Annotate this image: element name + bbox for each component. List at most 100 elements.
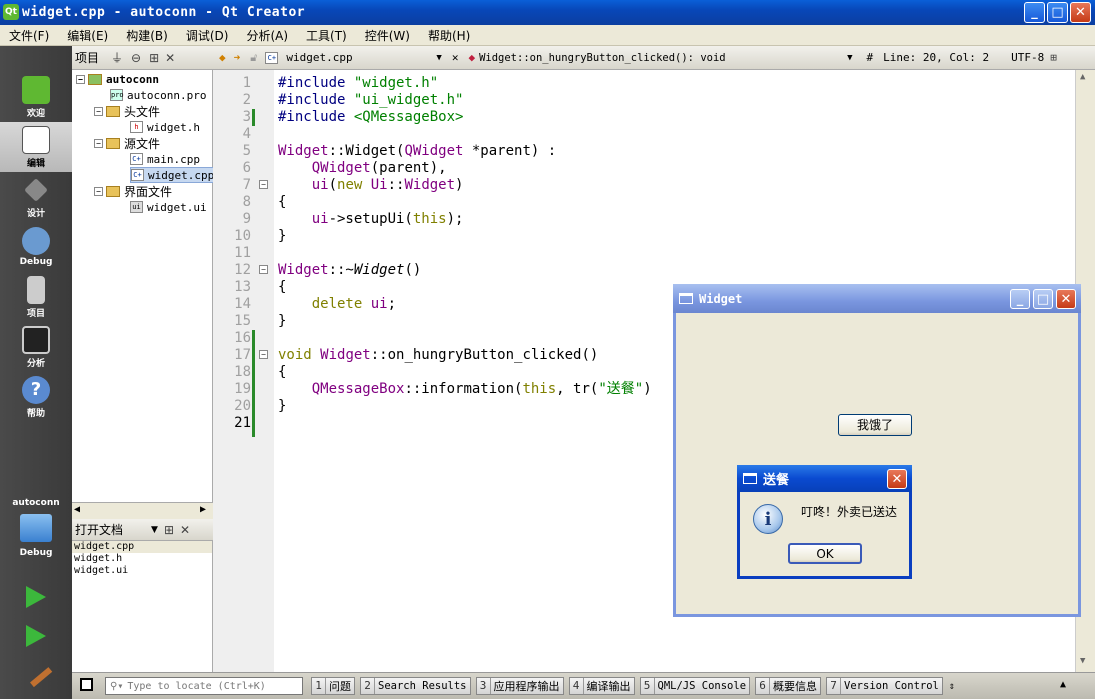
fold-marker-icon[interactable]: − <box>259 265 268 274</box>
tree-item-selected[interactable]: C+ widget.cpp <box>130 167 218 183</box>
run-icon[interactable] <box>26 586 46 608</box>
target-project[interactable]: autoconn <box>0 498 72 508</box>
menu-tools[interactable]: 工具(T) <box>297 27 356 44</box>
collapse-icon[interactable]: − <box>76 74 85 84</box>
line-number: 3 <box>242 109 251 125</box>
line-number: 14 <box>234 296 251 312</box>
encoding-label[interactable]: UTF-8 <box>1011 51 1044 64</box>
dropdown-icon[interactable]: ▼ <box>436 53 441 63</box>
minimize-button[interactable]: _ <box>1024 2 1045 23</box>
message-box-titlebar: 送餐 <box>737 465 912 492</box>
link-icon[interactable]: ⊖ <box>131 51 141 65</box>
widget-maximize-button[interactable]: □ <box>1033 289 1053 309</box>
fold-marker-icon[interactable]: − <box>259 180 268 189</box>
split-icon[interactable]: ⊞ <box>1050 51 1057 64</box>
pane-issues[interactable]: 1 问题 <box>311 677 355 695</box>
mode-debug[interactable]: Debug <box>0 222 72 272</box>
close-button[interactable]: ✕ <box>1070 2 1091 23</box>
build-hammer-icon[interactable] <box>19 654 53 688</box>
more-panes-icon[interactable]: ⇕ <box>949 681 955 692</box>
menu-debug[interactable]: 调试(D) <box>177 27 238 44</box>
menu-widgets[interactable]: 控件(W) <box>356 27 419 44</box>
list-item[interactable]: widget.cpp <box>72 541 212 553</box>
pane-search-results[interactable]: 2 Search Results <box>360 677 471 695</box>
line-number: 18 <box>234 364 251 380</box>
list-item[interactable]: widget.h <box>72 553 212 565</box>
dropdown-icon[interactable]: ▼ <box>847 53 852 63</box>
scroll-left-icon[interactable]: ◀ <box>74 504 80 515</box>
line-number: 8 <box>242 194 251 210</box>
mode-analyze[interactable]: 分析 <box>0 322 72 372</box>
hungry-button[interactable]: 我饿了 <box>838 414 912 436</box>
navigator-title[interactable]: 项目 <box>75 49 99 66</box>
window-icon <box>679 293 693 304</box>
mode-projects[interactable]: 项目 <box>0 272 72 322</box>
pane-version-control[interactable]: 7 Version Control <box>826 677 943 695</box>
collapse-icon[interactable]: − <box>94 186 103 196</box>
collapse-icon[interactable]: − <box>94 106 103 116</box>
pane-qml-console[interactable]: 5 QML/JS Console <box>639 677 751 695</box>
tree-item[interactable]: − 源文件 <box>94 135 160 151</box>
mode-design[interactable]: 设计 <box>0 172 72 222</box>
close-document-icon[interactable]: ✕ <box>452 51 459 64</box>
tree-item[interactable]: − 头文件 <box>94 103 160 119</box>
scroll-right-icon[interactable]: ▶ <box>200 504 206 515</box>
menu-build[interactable]: 构建(B) <box>117 27 177 44</box>
tree-item[interactable]: ui widget.ui <box>130 199 207 215</box>
open-documents-title[interactable]: 打开文档 <box>75 521 123 538</box>
code-line: ui->setupUi(this); <box>311 211 464 227</box>
list-item[interactable]: widget.ui <box>72 565 212 577</box>
menu-file[interactable]: 文件(F) <box>0 27 58 44</box>
maximize-pane-icon[interactable]: ▲ <box>1060 679 1066 690</box>
mode-edit[interactable]: 编辑 <box>0 122 72 172</box>
code-line: delete ui; <box>311 296 397 312</box>
tree-scrollbar[interactable]: ◀ ▶ <box>72 502 213 517</box>
tree-label: 界面文件 <box>124 184 173 199</box>
hash-label: # <box>866 51 874 64</box>
lock-icon[interactable]: 🔓︎ <box>250 51 257 65</box>
code-line: Widget::~Widget() <box>278 262 422 278</box>
menu-analyze[interactable]: 分析(A) <box>237 27 297 44</box>
change-marker <box>252 109 255 126</box>
forward-icon[interactable]: ➜ <box>234 51 241 64</box>
locator-input[interactable]: ⚲▾ Type to locate (Ctrl+K) <box>105 677 303 695</box>
split-icon[interactable]: ⊞ <box>149 51 159 65</box>
pane-application-output[interactable]: 3 应用程序输出 <box>475 677 564 695</box>
menu-help[interactable]: 帮助(H) <box>419 27 479 44</box>
cursor-position[interactable]: Line: 20, Col: 2 <box>883 51 989 64</box>
editor-toolbar: ◆ ➜ 🔓︎ C+ widget.cpp ▼ ✕ ◆ Widget::on_hu… <box>213 46 1095 70</box>
message-box-close-button[interactable]: ✕ <box>887 469 907 489</box>
scroll-down-icon[interactable]: ▼ <box>1080 656 1085 666</box>
close-pane-icon[interactable]: ✕ <box>180 523 190 537</box>
tree-item[interactable]: pro autoconn.pro <box>110 87 206 103</box>
back-icon[interactable]: ◆ <box>219 51 226 64</box>
dropdown-icon[interactable]: ▼ <box>151 525 158 535</box>
widget-minimize-button[interactable]: _ <box>1010 289 1030 309</box>
tree-item[interactable]: h widget.h <box>130 119 200 135</box>
close-pane-icon[interactable]: ✕ <box>165 51 175 65</box>
widget-close-button[interactable]: ✕ <box>1056 289 1076 309</box>
tree-item[interactable]: − autoconn <box>76 71 159 87</box>
collapse-icon[interactable]: − <box>94 138 103 148</box>
fold-marker-icon[interactable]: − <box>259 350 268 359</box>
ok-button[interactable]: OK <box>788 543 862 564</box>
tree-item[interactable]: − 界面文件 <box>94 183 172 199</box>
toggle-sidebar-icon[interactable] <box>80 678 93 691</box>
symbol-selector[interactable]: Widget::on_hungryButton_clicked(): void <box>479 52 847 64</box>
split-icon[interactable]: ⊞ <box>164 523 174 537</box>
search-icon: ⚲▾ <box>110 680 124 692</box>
tree-item[interactable]: C+ main.cpp <box>130 151 200 167</box>
scroll-up-icon[interactable]: ▲ <box>1080 72 1085 82</box>
menu-edit[interactable]: 编辑(E) <box>58 27 117 44</box>
folder-icon <box>106 137 120 149</box>
maximize-button[interactable]: □ <box>1047 2 1068 23</box>
pane-compile-output[interactable]: 4 编译输出 <box>568 677 635 695</box>
mode-help[interactable]: ? 帮助 <box>0 372 72 422</box>
computer-icon[interactable] <box>20 514 52 542</box>
mode-welcome[interactable]: 欢迎 <box>0 72 72 122</box>
pane-general-messages[interactable]: 6 概要信息 <box>755 677 822 695</box>
debug-run-icon[interactable] <box>26 625 46 647</box>
pane-label: 概要信息 <box>773 680 818 693</box>
document-selector[interactable]: widget.cpp <box>286 51 436 64</box>
filter-icon[interactable]: ⏚ <box>111 49 123 66</box>
